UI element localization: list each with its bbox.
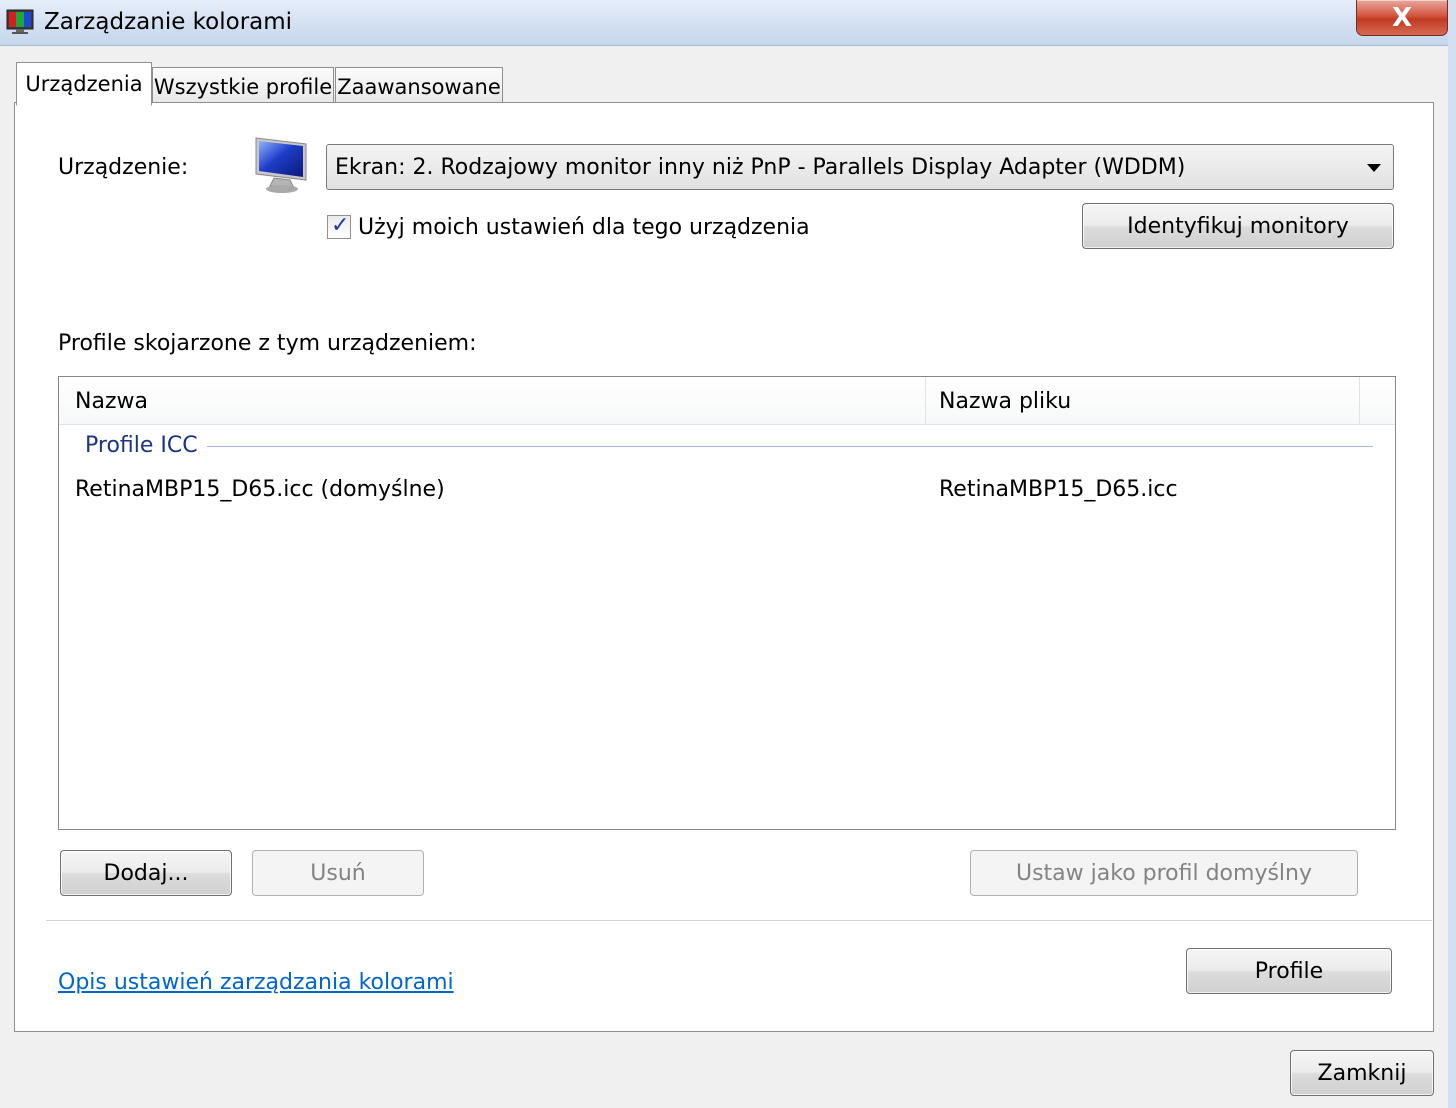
monitor-icon — [255, 137, 307, 193]
group-divider — [207, 446, 1373, 447]
column-header-filename[interactable]: Nazwa pliku — [939, 389, 1071, 414]
divider — [46, 920, 1432, 921]
close-button[interactable]: Zamknij — [1290, 1050, 1434, 1096]
checkmark-icon: ✓ — [331, 213, 350, 238]
device-label: Urządzenie: — [58, 155, 189, 180]
window-frame — [1448, 0, 1456, 1108]
remove-button[interactable]: Usuń — [252, 850, 424, 896]
add-button[interactable]: Dodaj... — [60, 850, 232, 896]
profile-name-cell: RetinaMBP15_D65.icc (domyślne) — [75, 477, 445, 502]
use-my-settings-label[interactable]: Użyj moich ustawień dla tego urządzenia — [358, 215, 810, 240]
color-management-icon — [6, 9, 34, 34]
identify-monitors-button[interactable]: Identyfikuj monitory — [1082, 203, 1394, 249]
chevron-down-icon — [1367, 164, 1381, 172]
device-select[interactable]: Ekran: 2. Rodzajowy monitor inny niż PnP… — [326, 144, 1394, 190]
column-header-name[interactable]: Nazwa — [75, 389, 148, 414]
column-divider[interactable] — [1359, 377, 1360, 425]
tab-advanced[interactable]: Zaawansowane — [335, 67, 503, 105]
close-icon: X — [1391, 2, 1413, 33]
window-title: Zarządzanie kolorami — [44, 9, 293, 35]
device-select-value: Ekran: 2. Rodzajowy monitor inny niż PnP… — [335, 155, 1186, 180]
list-header: Nazwa Nazwa pliku — [59, 377, 1395, 425]
color-management-help-link[interactable]: Opis ustawień zarządzania kolorami — [58, 970, 454, 995]
group-header-icc[interactable]: Profile ICC — [85, 433, 198, 458]
profile-file-cell: RetinaMBP15_D65.icc — [939, 477, 1178, 502]
use-my-settings-checkbox[interactable]: ✓ — [327, 213, 351, 239]
title-bar[interactable]: Zarządzanie kolorami X — [0, 0, 1456, 46]
column-divider[interactable] — [925, 377, 926, 425]
profiles-button[interactable]: Profile — [1186, 948, 1392, 994]
profiles-list[interactable]: Nazwa Nazwa pliku Profile ICC RetinaMBP1… — [58, 376, 1396, 830]
profiles-section-label: Profile skojarzone z tym urządzeniem: — [58, 331, 477, 356]
tab-all-profiles[interactable]: Wszystkie profile — [152, 67, 334, 105]
set-default-profile-button[interactable]: Ustaw jako profil domyślny — [970, 850, 1358, 896]
close-window-button[interactable]: X — [1356, 0, 1448, 36]
tab-devices[interactable]: Urządzenia — [16, 62, 152, 106]
